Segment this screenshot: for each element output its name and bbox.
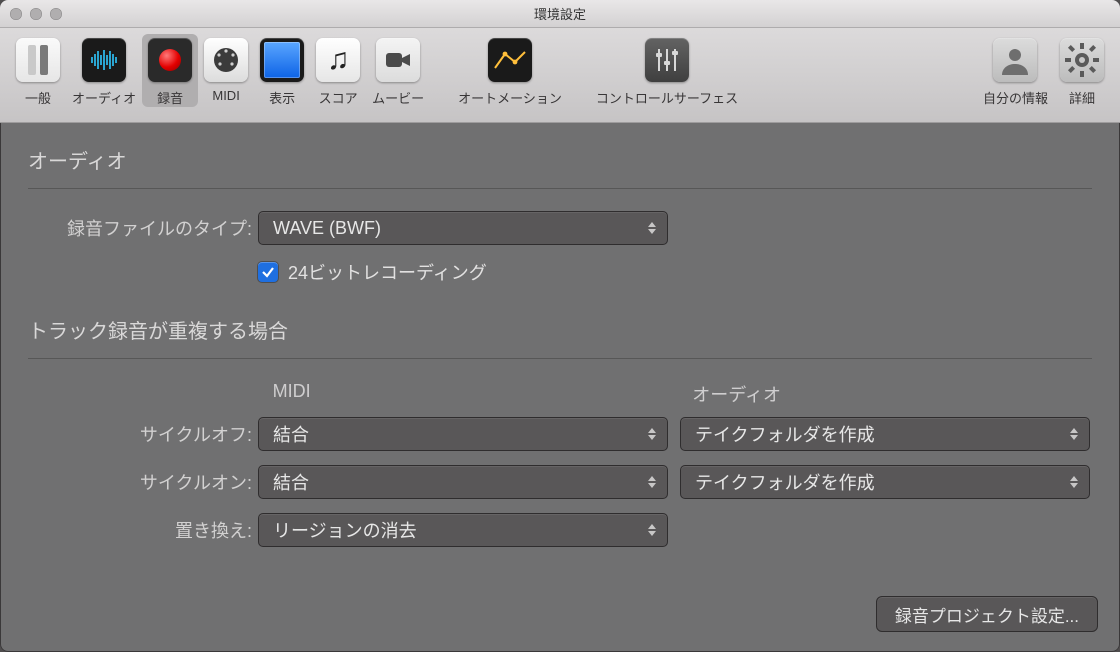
tab-my-info[interactable]: 自分の情報 <box>977 34 1054 107</box>
content: オーディオ 録音ファイルのタイプ: WAVE (BWF) 24ビットレコーディン… <box>0 123 1120 583</box>
switch-icon <box>16 38 60 82</box>
waveform-icon <box>82 38 126 82</box>
note-icon: ♫ <box>316 38 360 82</box>
tab-audio[interactable]: オーディオ <box>66 34 142 107</box>
display-icon <box>260 38 304 82</box>
tab-midi[interactable]: MIDI <box>198 34 254 107</box>
tab-advanced[interactable]: 詳細 <box>1054 34 1110 107</box>
titlebar: 環境設定 <box>0 0 1120 28</box>
column-header-audio: オーディオ <box>684 381 1092 407</box>
cycle-off-midi-select[interactable]: 結合 <box>258 417 668 451</box>
divider <box>28 358 1092 359</box>
chevron-up-down-icon <box>1065 466 1083 498</box>
camera-icon <box>376 38 420 82</box>
recording-project-settings-button[interactable]: 録音プロジェクト設定... <box>876 596 1098 632</box>
tab-score[interactable]: ♫ スコア <box>310 34 366 107</box>
tab-general[interactable]: 一般 <box>10 34 66 107</box>
replace-label: 置き換え: <box>28 517 258 543</box>
record-icon <box>148 38 192 82</box>
cycle-on-label: サイクルオン: <box>28 469 258 495</box>
toolbar: 一般 オーディオ 録音 MIDI 表示 <box>0 28 1120 123</box>
chevron-up-down-icon <box>1065 418 1083 450</box>
window-title: 環境設定 <box>0 4 1120 23</box>
divider <box>28 188 1092 189</box>
file-type-select[interactable]: WAVE (BWF) <box>258 211 668 245</box>
cycle-on-midi-select[interactable]: 結合 <box>258 465 668 499</box>
section-audio-title: オーディオ <box>28 145 1092 174</box>
file-type-label: 録音ファイルのタイプ: <box>28 215 258 241</box>
gear-icon <box>1060 38 1104 82</box>
file-type-value: WAVE (BWF) <box>273 218 381 239</box>
cycle-off-label: サイクルオフ: <box>28 421 258 447</box>
chevron-up-down-icon <box>643 514 661 546</box>
tab-display[interactable]: 表示 <box>254 34 310 107</box>
minimize-icon[interactable] <box>30 8 42 20</box>
cycle-on-audio-select[interactable]: テイクフォルダを作成 <box>680 465 1090 499</box>
bit24-checkbox[interactable] <box>258 262 278 282</box>
tab-automation[interactable]: オートメーション <box>452 34 568 107</box>
window-controls <box>10 8 62 20</box>
cycle-off-audio-select[interactable]: テイクフォルダを作成 <box>680 417 1090 451</box>
tab-movie[interactable]: ムービー <box>366 34 430 107</box>
close-icon[interactable] <box>10 8 22 20</box>
bit24-label: 24ビットレコーディング <box>288 259 487 285</box>
automation-icon <box>488 38 532 82</box>
preferences-window: 環境設定 一般 オーディオ 録音 MIDI <box>0 0 1120 652</box>
chevron-up-down-icon <box>643 418 661 450</box>
section-overlap-title: トラック録音が重複する場合 <box>28 315 1092 344</box>
chevron-up-down-icon <box>643 212 661 244</box>
chevron-up-down-icon <box>643 466 661 498</box>
column-header-midi: MIDI <box>265 381 673 407</box>
midi-icon <box>204 38 248 82</box>
tab-control-surfaces[interactable]: コントロールサーフェス <box>590 34 744 107</box>
sliders-icon <box>645 38 689 82</box>
replace-select[interactable]: リージョンの消去 <box>258 513 668 547</box>
user-icon <box>993 38 1037 82</box>
zoom-icon[interactable] <box>50 8 62 20</box>
tab-record[interactable]: 録音 <box>142 34 198 107</box>
